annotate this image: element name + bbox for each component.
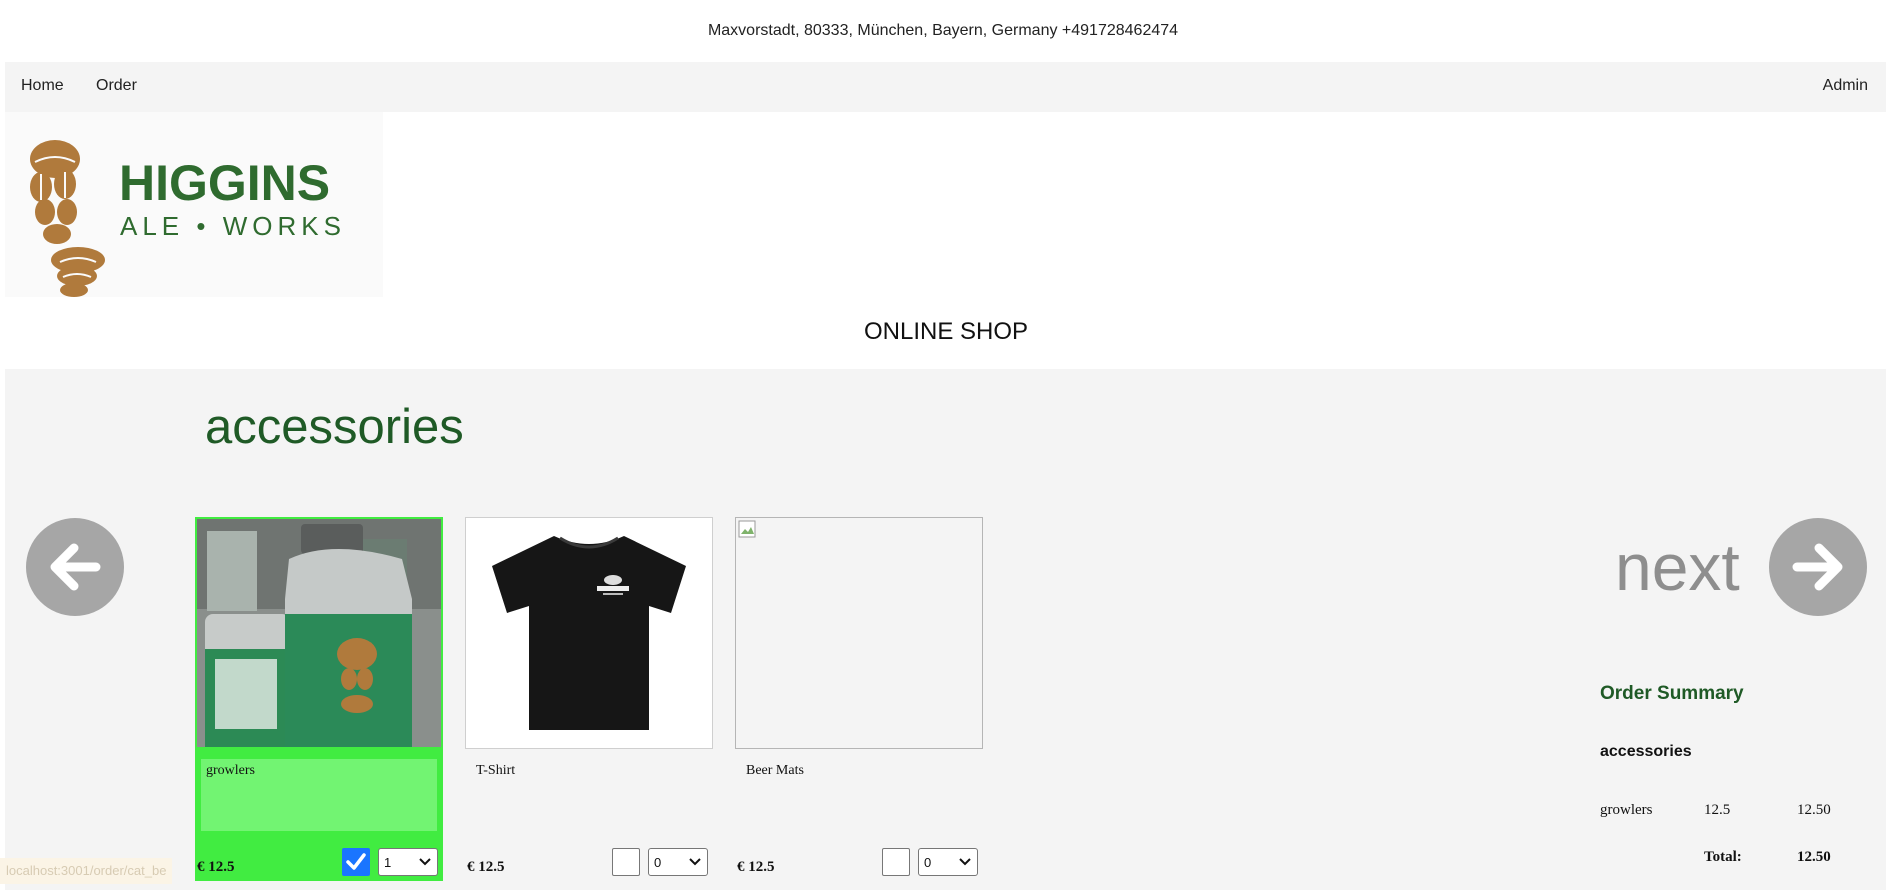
product-name: growlers <box>201 759 437 831</box>
broken-image-icon <box>738 520 756 538</box>
growler-photo-icon <box>197 519 441 747</box>
summary-item-name: growlers <box>1600 802 1653 818</box>
product-name: Beer Mats <box>746 763 804 778</box>
quantity-value: 0 <box>654 854 662 870</box>
category-heading: accessories <box>205 400 464 454</box>
next-category-label[interactable]: next <box>1615 529 1740 605</box>
quantity-value: 0 <box>924 854 932 870</box>
product-price: € 12.5 <box>737 859 775 875</box>
summary-total-value: 12.50 <box>1797 849 1831 865</box>
product-image-growlers <box>197 519 441 747</box>
next-category-button[interactable] <box>1769 518 1867 616</box>
order-summary-category: accessories <box>1600 743 1692 760</box>
nav-admin-link[interactable]: Admin <box>1823 77 1868 95</box>
main-nav: Home Order Admin <box>5 62 1886 112</box>
product-price: € 12.5 <box>467 859 505 875</box>
product-image-beer-mats <box>735 517 983 749</box>
product-name: T-Shirt <box>476 763 516 778</box>
shop-address: Maxvorstadt, 80333, München, Bayern, Ger… <box>707 22 1179 39</box>
product-card-tshirt[interactable]: T-Shirt € 12.5 0 <box>465 517 713 881</box>
summary-item-total: 12.50 <box>1797 802 1831 818</box>
quantity-select[interactable]: 0 <box>918 848 978 876</box>
product-card-growlers[interactable]: growlers € 12.5 1 <box>195 517 443 881</box>
summary-item-unit-price: 12.5 <box>1704 802 1731 818</box>
page-title: ONLINE SHOP <box>863 318 1029 345</box>
tshirt-photo-icon <box>466 518 712 748</box>
checkmark-icon <box>346 853 366 870</box>
address-bar: Maxvorstadt, 80333, München, Bayern, Ger… <box>0 0 1886 62</box>
hop-boot-logo-icon: HIGGINS ALE • WORKS <box>30 140 346 297</box>
shop-content: accessories next growlers € 12.5 1 T-Shi… <box>5 369 1886 890</box>
chevron-down-icon <box>689 858 701 866</box>
quantity-select[interactable]: 1 <box>378 848 438 876</box>
order-summary-title: Order Summary <box>1600 683 1744 704</box>
arrow-right-icon <box>1792 543 1843 591</box>
product-select-checkbox[interactable] <box>342 848 370 876</box>
nav-order-link[interactable]: Order <box>96 77 137 95</box>
logo-wordmark: HIGGINS <box>119 155 330 211</box>
quantity-select[interactable]: 0 <box>648 848 708 876</box>
nav-home-link[interactable]: Home <box>21 77 64 95</box>
summary-total-label: Total: <box>1704 849 1742 865</box>
product-select-checkbox[interactable] <box>612 848 640 876</box>
product-price: € 12.5 <box>197 859 235 875</box>
chevron-down-icon <box>419 858 431 866</box>
brand-logo[interactable]: HIGGINS ALE • WORKS <box>5 112 383 297</box>
product-image-tshirt <box>465 517 713 749</box>
previous-category-button[interactable] <box>26 518 124 616</box>
logo-subtitle: ALE • WORKS <box>120 211 346 241</box>
product-card-beer-mats[interactable]: Beer Mats € 12.5 0 <box>735 517 983 881</box>
product-select-checkbox[interactable] <box>882 848 910 876</box>
arrow-left-icon <box>50 543 101 591</box>
browser-status-url: localhost:3001/order/cat_be <box>0 858 173 884</box>
quantity-value: 1 <box>384 854 392 870</box>
chevron-down-icon <box>959 858 971 866</box>
